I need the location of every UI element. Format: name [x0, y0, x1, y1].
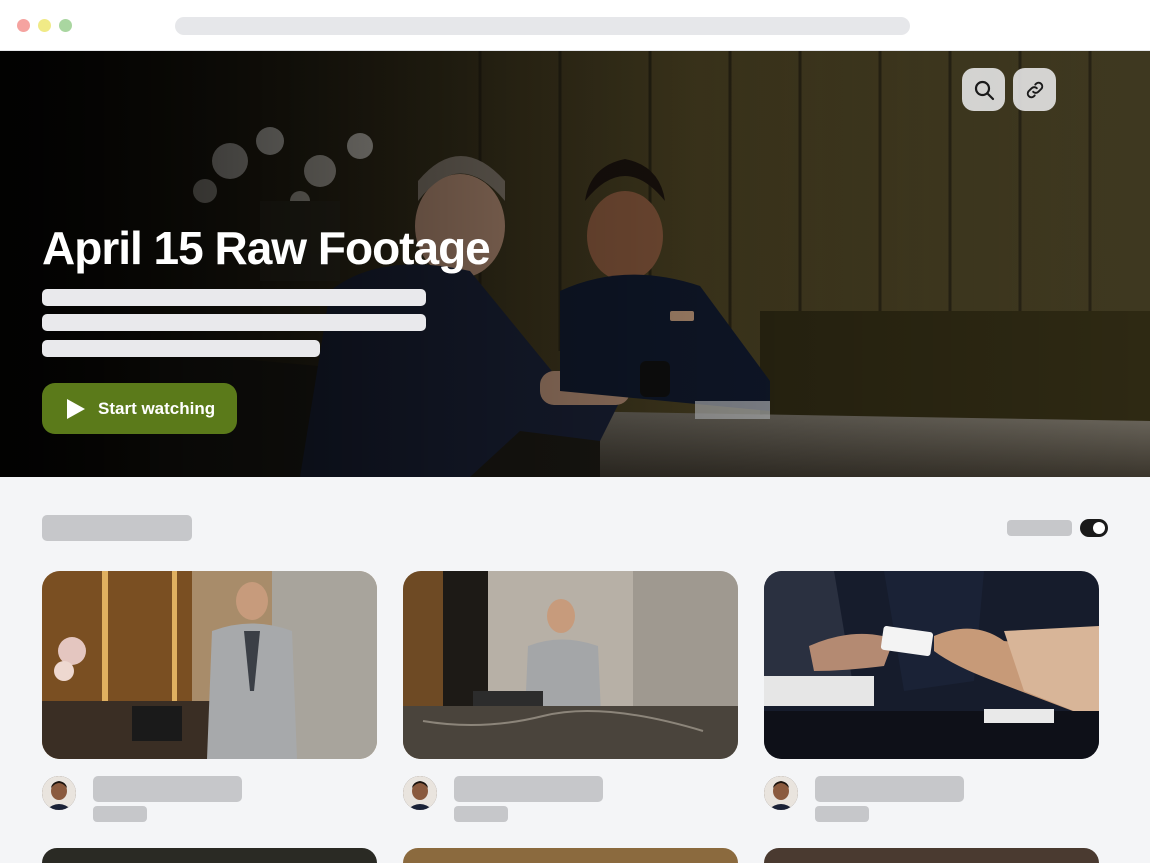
receptionist-at-marble-desk-image	[403, 571, 738, 759]
description-placeholder-line	[42, 340, 320, 357]
minimize-window-dot[interactable]	[38, 19, 51, 32]
description-placeholder-line	[42, 289, 426, 306]
avatar-image	[42, 776, 76, 810]
toggle-knob	[1093, 522, 1105, 534]
video-card[interactable]	[764, 571, 1099, 822]
receptionist-on-phone-image	[42, 571, 377, 759]
video-thumbnail[interactable]	[764, 571, 1099, 759]
address-bar[interactable]	[175, 17, 910, 35]
video-title-placeholder	[93, 776, 242, 802]
search-icon	[974, 80, 994, 100]
video-thumbnail[interactable]	[42, 848, 377, 863]
video-thumbnail[interactable]	[764, 848, 1099, 863]
video-meta-placeholder	[454, 806, 508, 822]
video-thumbnail[interactable]	[403, 848, 738, 863]
section-title-placeholder	[42, 515, 192, 541]
description-placeholder-line	[42, 314, 426, 331]
video-title-placeholder	[454, 776, 603, 802]
hands-exchanging-key-card-image	[764, 571, 1099, 759]
video-card[interactable]	[42, 571, 377, 822]
view-toggle-switch[interactable]	[1080, 519, 1108, 537]
video-meta-placeholder	[93, 806, 147, 822]
creator-avatar[interactable]	[42, 776, 76, 810]
toggle-label-placeholder	[1007, 520, 1072, 536]
close-window-dot[interactable]	[17, 19, 30, 32]
hero-banner: April 15 Raw Footage Start watching	[0, 51, 1150, 477]
creator-avatar[interactable]	[403, 776, 437, 810]
start-watching-button[interactable]: Start watching	[42, 383, 237, 434]
video-title-placeholder	[815, 776, 964, 802]
start-watching-label: Start watching	[98, 398, 216, 418]
video-thumbnail[interactable]	[403, 571, 738, 759]
copy-link-button[interactable]	[1013, 68, 1056, 111]
video-card[interactable]	[403, 571, 738, 822]
maximize-window-dot[interactable]	[59, 19, 72, 32]
video-meta-placeholder	[815, 806, 869, 822]
video-thumbnail[interactable]	[42, 571, 377, 759]
avatar-image	[764, 776, 798, 810]
avatar-image	[403, 776, 437, 810]
hero-title: April 15 Raw Footage	[42, 222, 491, 274]
creator-avatar[interactable]	[764, 776, 798, 810]
link-icon	[1026, 81, 1043, 98]
play-icon	[67, 398, 85, 419]
browser-chrome	[0, 0, 1150, 51]
search-button[interactable]	[962, 68, 1005, 111]
